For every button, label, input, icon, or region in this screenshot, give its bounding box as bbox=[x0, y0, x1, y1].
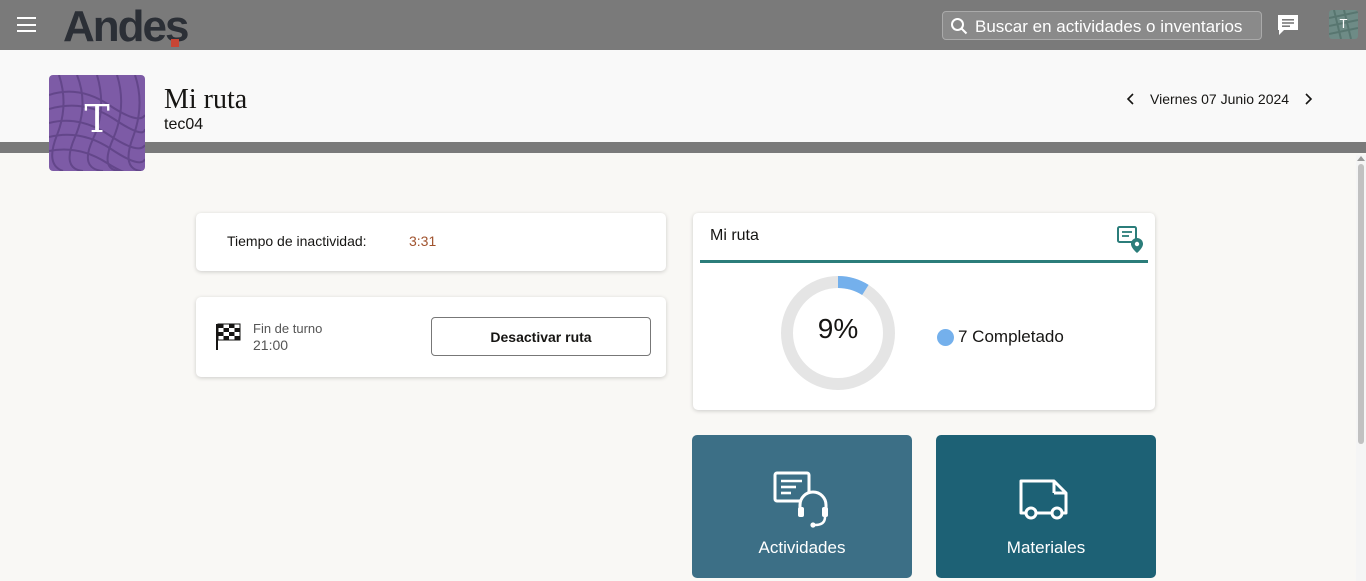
scrollbar-thumb[interactable] bbox=[1358, 164, 1364, 444]
legend-dot bbox=[937, 328, 954, 346]
current-date: Viernes 07 Junio 2024 bbox=[1150, 91, 1290, 107]
logo-text: Andes bbox=[63, 2, 189, 51]
idle-time-value: 3:31 bbox=[409, 233, 437, 249]
andes-logo[interactable]: Andes bbox=[63, 2, 189, 52]
chevron-left-icon[interactable] bbox=[1122, 90, 1140, 108]
activities-tile[interactable]: Actividades bbox=[692, 435, 912, 578]
checkered-flag-icon bbox=[216, 323, 241, 350]
logo-dot bbox=[171, 39, 179, 47]
user-avatar[interactable]: T bbox=[1329, 10, 1358, 39]
end-of-shift-time: 21:00 bbox=[253, 337, 289, 353]
chat-icon[interactable] bbox=[1276, 13, 1300, 37]
date-navigator: Viernes 07 Junio 2024 bbox=[1122, 89, 1317, 109]
hamburger-menu-icon[interactable] bbox=[17, 17, 36, 32]
page-title: Mi ruta bbox=[164, 84, 248, 115]
search-icon bbox=[951, 18, 968, 35]
legend-label: 7 Completado bbox=[958, 327, 1064, 346]
scroll-up-arrow-icon[interactable] bbox=[1357, 156, 1365, 161]
route-progress-card: Mi ruta 9% 7 Completado bbox=[693, 213, 1155, 410]
materials-tile[interactable]: Materiales bbox=[936, 435, 1156, 578]
end-of-shift-card: Fin de turno 21:00 Desactivar ruta bbox=[196, 297, 666, 377]
search-placeholder: Buscar en actividades o inventarios bbox=[975, 17, 1243, 36]
activities-tile-label: Actividades bbox=[758, 538, 846, 557]
idle-time-label: Tiempo de inactividad: bbox=[227, 233, 367, 249]
top-bar: Andes Buscar en actividades o inventario… bbox=[0, 0, 1366, 52]
user-avatar-initial: T bbox=[1339, 16, 1348, 31]
delivery-truck-icon bbox=[1019, 479, 1068, 520]
route-map-pin-icon[interactable] bbox=[1116, 224, 1146, 254]
route-avatar: T bbox=[49, 75, 145, 171]
end-of-shift-label: Fin de turno bbox=[253, 321, 323, 336]
header-divider bbox=[0, 142, 1366, 153]
chevron-right-icon[interactable] bbox=[1299, 90, 1317, 108]
materials-tile-label: Materiales bbox=[1006, 538, 1086, 557]
route-card-accent-line bbox=[700, 260, 1148, 263]
page-subtitle: tec04 bbox=[164, 116, 204, 133]
route-avatar-initial: T bbox=[84, 97, 110, 141]
deactivate-route-button[interactable]: Desactivar ruta bbox=[431, 317, 651, 356]
progress-percent: 9% bbox=[817, 313, 859, 344]
idle-time-card: Tiempo de inactividad: 3:31 bbox=[196, 213, 666, 271]
progress-legend: 7 Completado bbox=[937, 327, 1064, 347]
route-card-title: Mi ruta bbox=[710, 227, 759, 244]
search-input[interactable]: Buscar en actividades o inventarios bbox=[942, 11, 1262, 40]
activities-headset-icon bbox=[773, 471, 828, 528]
